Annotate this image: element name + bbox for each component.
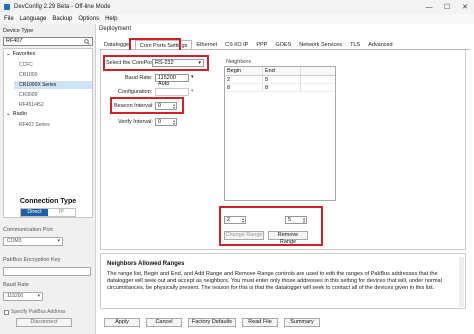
- encryption-key-input[interactable]: [3, 267, 91, 276]
- chevron-down-icon[interactable]: ▾: [191, 74, 194, 80]
- spinner-icon[interactable]: ▴ ▾: [173, 119, 175, 126]
- tab-ppp[interactable]: PPP: [252, 40, 271, 49]
- neighbors-end-cell: 8: [263, 84, 301, 91]
- highlight-box-comport: [103, 55, 209, 71]
- window-controls: — ☐ ✕: [420, 0, 474, 14]
- tab-tls[interactable]: TLS: [346, 40, 364, 49]
- deployment-label: Deployment: [99, 26, 132, 32]
- menu-bar: File Language Backup Options Help: [0, 14, 474, 24]
- neighbors-header-row: Begin End: [225, 67, 335, 76]
- disconnect-button[interactable]: Disconnect: [16, 318, 72, 327]
- tree-group-radio[interactable]: ⌄ Radio: [6, 111, 27, 117]
- neighbors-end-cell: 5: [263, 76, 301, 83]
- neighbors-table: Begin End 2 5 8 8: [224, 66, 336, 201]
- highlight-box-range: [219, 206, 323, 246]
- close-button[interactable]: ✕: [456, 0, 474, 14]
- connection-type-toggle: Direct IP: [20, 208, 76, 217]
- baud-rate-value: 115200: [7, 293, 24, 299]
- help-body: The range list, Begin and End, and Add R…: [107, 271, 442, 291]
- encryption-key-label: PakBus Encryption Key: [3, 257, 61, 263]
- menu-options[interactable]: Options: [78, 16, 99, 22]
- connection-direct-button[interactable]: Direct: [21, 209, 48, 216]
- favorites-label: Favorites: [12, 51, 36, 57]
- menu-help[interactable]: Help: [105, 16, 117, 22]
- neighbors-begin-cell: 2: [225, 76, 263, 83]
- search-icon[interactable]: [84, 39, 90, 45]
- baud-rate-field-select[interactable]: 115200 Auto: [155, 74, 189, 87]
- factory-defaults-button[interactable]: Factory Defaults: [188, 317, 236, 327]
- configuration-label: Configuration:: [118, 89, 153, 95]
- table-row[interactable]: 8 8: [225, 84, 335, 92]
- maximize-button[interactable]: ☐: [438, 0, 456, 14]
- tree-item-cr1000[interactable]: CR1000: [14, 71, 92, 79]
- specify-address-option[interactable]: Specify PakBus Address: [4, 309, 65, 315]
- title-bar: DevConfig 2.29 Beta - Off-line Mode — ☐ …: [0, 0, 474, 14]
- comm-port-value: COM3: [7, 238, 22, 244]
- device-type-label: Device Type: [3, 28, 34, 34]
- device-search-value: RF407: [6, 38, 23, 44]
- tab-goes[interactable]: GOES: [271, 40, 295, 49]
- specify-address-checkbox[interactable]: [4, 309, 9, 315]
- read-file-button[interactable]: Read File: [242, 317, 278, 327]
- menu-language[interactable]: Language: [20, 16, 47, 22]
- highlight-box-beacon: [110, 97, 184, 114]
- baud-rate-select[interactable]: 115200 ▾: [3, 292, 43, 301]
- help-scrollbar[interactable]: [459, 257, 464, 307]
- chevron-down-icon: ⌄: [6, 111, 11, 117]
- tab-ethernet[interactable]: Ethernet: [192, 40, 221, 49]
- tab-advanced[interactable]: Advanced: [364, 40, 396, 49]
- verify-interval-value: 0: [158, 119, 162, 125]
- neighbors-header-end: End: [263, 67, 301, 75]
- tree-item-rf451-452[interactable]: RF451/452: [14, 101, 92, 109]
- tree-item-cr3000[interactable]: CR3000: [14, 91, 92, 99]
- chevron-down-icon: ⌄: [6, 51, 11, 57]
- connection-ip-button[interactable]: IP: [48, 209, 75, 216]
- cancel-button[interactable]: Cancel: [146, 317, 182, 327]
- comm-port-label: Communication Port: [3, 227, 53, 233]
- help-title: Neighbors Allowed Ranges: [107, 261, 185, 267]
- tab-cs-io-ip[interactable]: CS I/O IP: [221, 40, 252, 49]
- footer-buttons: Apply Cancel Factory Defaults Read File …: [100, 314, 470, 330]
- tree-item-cr1000x-series[interactable]: CR1000X Series: [14, 81, 92, 89]
- device-search-input[interactable]: RF407: [3, 37, 93, 46]
- tree-group-favorites[interactable]: ⌄ Favorites: [6, 51, 35, 57]
- verify-interval-label: Verify Interval:: [118, 119, 153, 125]
- radio-label: Radio: [12, 111, 27, 117]
- neighbors-header-begin: Begin: [225, 67, 263, 75]
- minimize-button[interactable]: —: [420, 0, 438, 14]
- app-icon: [4, 4, 10, 10]
- tab-network-services[interactable]: Network Services: [295, 40, 346, 49]
- neighbors-begin-cell: 8: [225, 84, 263, 91]
- tree-item-rf407-series[interactable]: RF407 Series: [14, 121, 92, 129]
- help-panel: Neighbors Allowed Ranges The range list,…: [100, 253, 466, 309]
- baud-rate-field-label: Baud Rate:: [125, 75, 153, 81]
- verify-interval-input[interactable]: 0 ▴ ▾: [155, 118, 177, 126]
- menu-file[interactable]: File: [4, 16, 14, 22]
- connection-type-title: Connection Type: [19, 198, 77, 205]
- summary-button[interactable]: Summary: [284, 317, 320, 327]
- tree-item-ccfc[interactable]: CCFC: [14, 61, 92, 69]
- chevron-down-icon: ▾: [57, 238, 60, 244]
- menu-backup[interactable]: Backup: [52, 16, 72, 22]
- comm-port-select[interactable]: COM3 ▾: [3, 237, 63, 246]
- window-title: DevConfig 2.29 Beta - Off-line Mode: [14, 4, 111, 10]
- apply-button[interactable]: Apply: [104, 317, 140, 327]
- device-panel: Device Type RF407 ⌄ Favorites CCFC CR100…: [0, 24, 96, 334]
- chevron-down-icon: ▾: [37, 293, 40, 299]
- baud-rate-label: Baud Rate: [3, 282, 29, 288]
- table-row[interactable]: 2 5: [225, 76, 335, 84]
- specify-address-label: Specify PakBus Address: [11, 309, 66, 315]
- chevron-down-icon[interactable]: ▾: [191, 88, 194, 94]
- neighbors-label: Neighbors: [226, 59, 252, 65]
- device-tree: ⌄ Favorites CCFC CR1000 CR1000X Series C…: [3, 48, 93, 218]
- configuration-select[interactable]: [155, 88, 189, 96]
